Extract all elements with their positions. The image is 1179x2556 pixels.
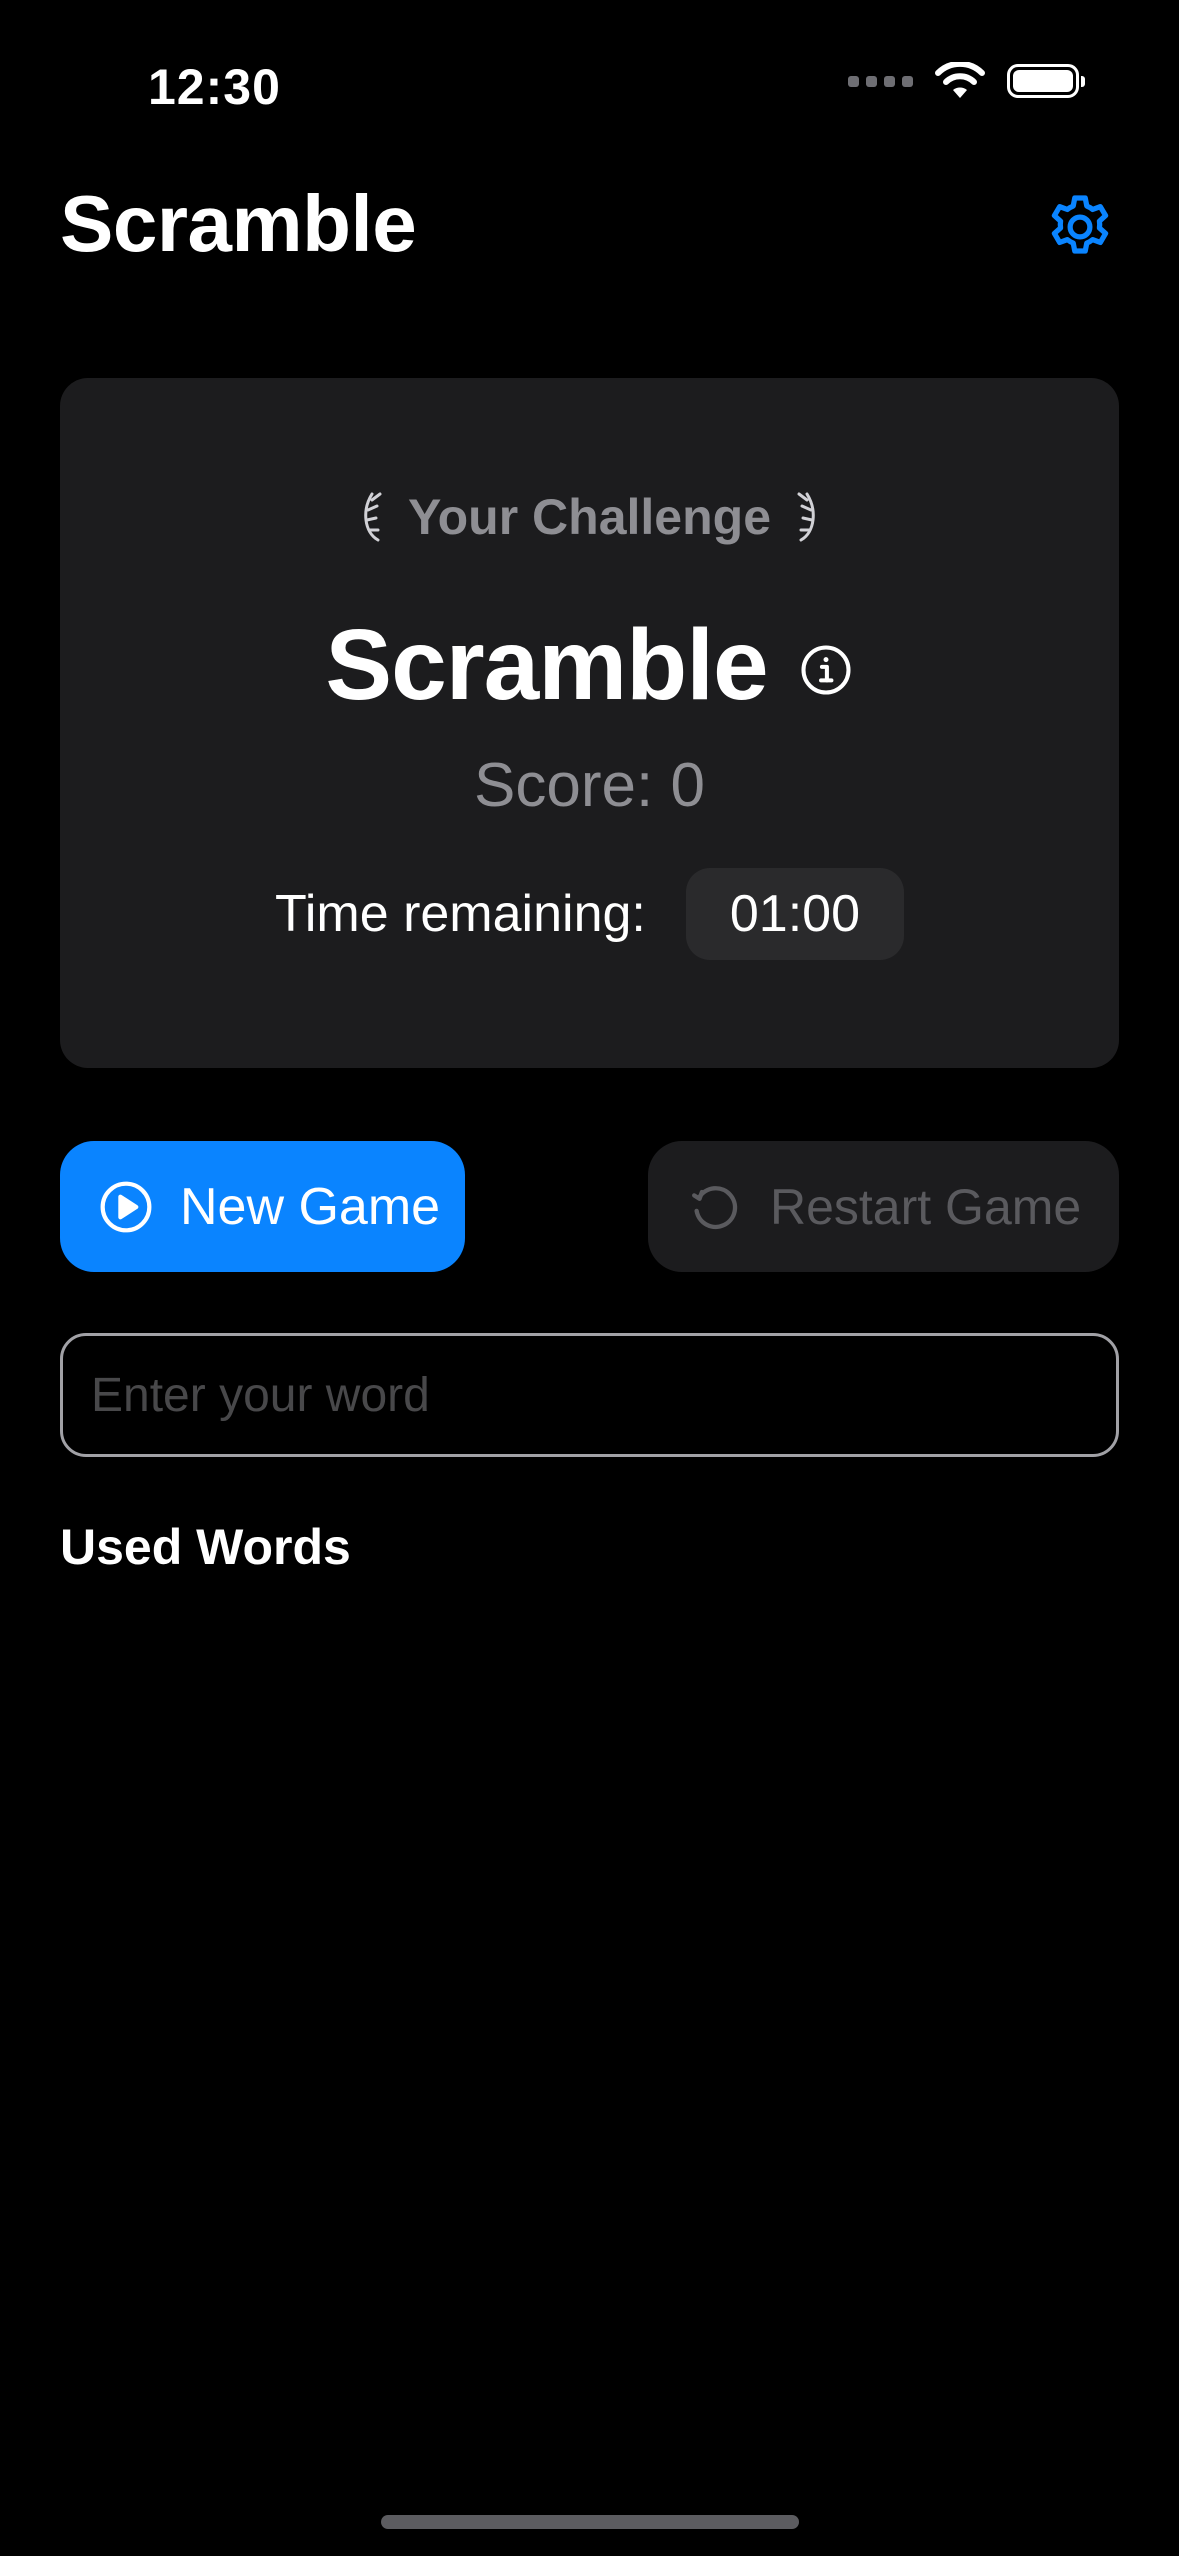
settings-button[interactable] [1041,188,1119,266]
status-time: 12:30 [148,59,281,115]
gear-icon [1051,195,1109,254]
restart-game-button[interactable]: Restart Game [648,1141,1119,1272]
info-icon [801,644,851,695]
restart-game-label: Restart Game [770,1178,1082,1235]
page-title: Scramble [60,179,417,268]
restart-icon [692,1185,738,1229]
used-words-list [60,1600,1119,2400]
play-circle-icon [100,1181,152,1232]
cellular-signal-icon [848,75,913,87]
new-game-button[interactable]: New Game [60,1141,465,1272]
challenge-label: Your Challenge [407,489,771,545]
challenge-word-row: Scramble [60,608,1119,723]
time-remaining-label: Time remaining: [275,885,646,943]
home-indicator [381,2515,799,2529]
battery-icon [1007,64,1085,98]
info-button[interactable] [798,642,854,698]
score-text: Score: 0 [474,751,705,820]
new-game-label: New Game [180,1177,441,1236]
laurel-left-icon [364,492,382,542]
challenge-header: Your Challenge [60,488,1119,546]
challenge-card: Your Challenge Scramble Score: 0 Time re… [60,378,1119,1068]
time-row: Time remaining: 01:00 [60,868,1119,960]
status-indicators [848,62,1085,100]
wifi-icon [935,62,985,98]
word-input[interactable] [63,1336,1116,1454]
timer-value: 01:00 [685,868,904,960]
used-words-heading: Used Words [60,1519,351,1575]
word-input-container [60,1333,1119,1457]
challenge-word: Scramble [325,609,768,721]
laurel-right-icon [797,492,815,542]
